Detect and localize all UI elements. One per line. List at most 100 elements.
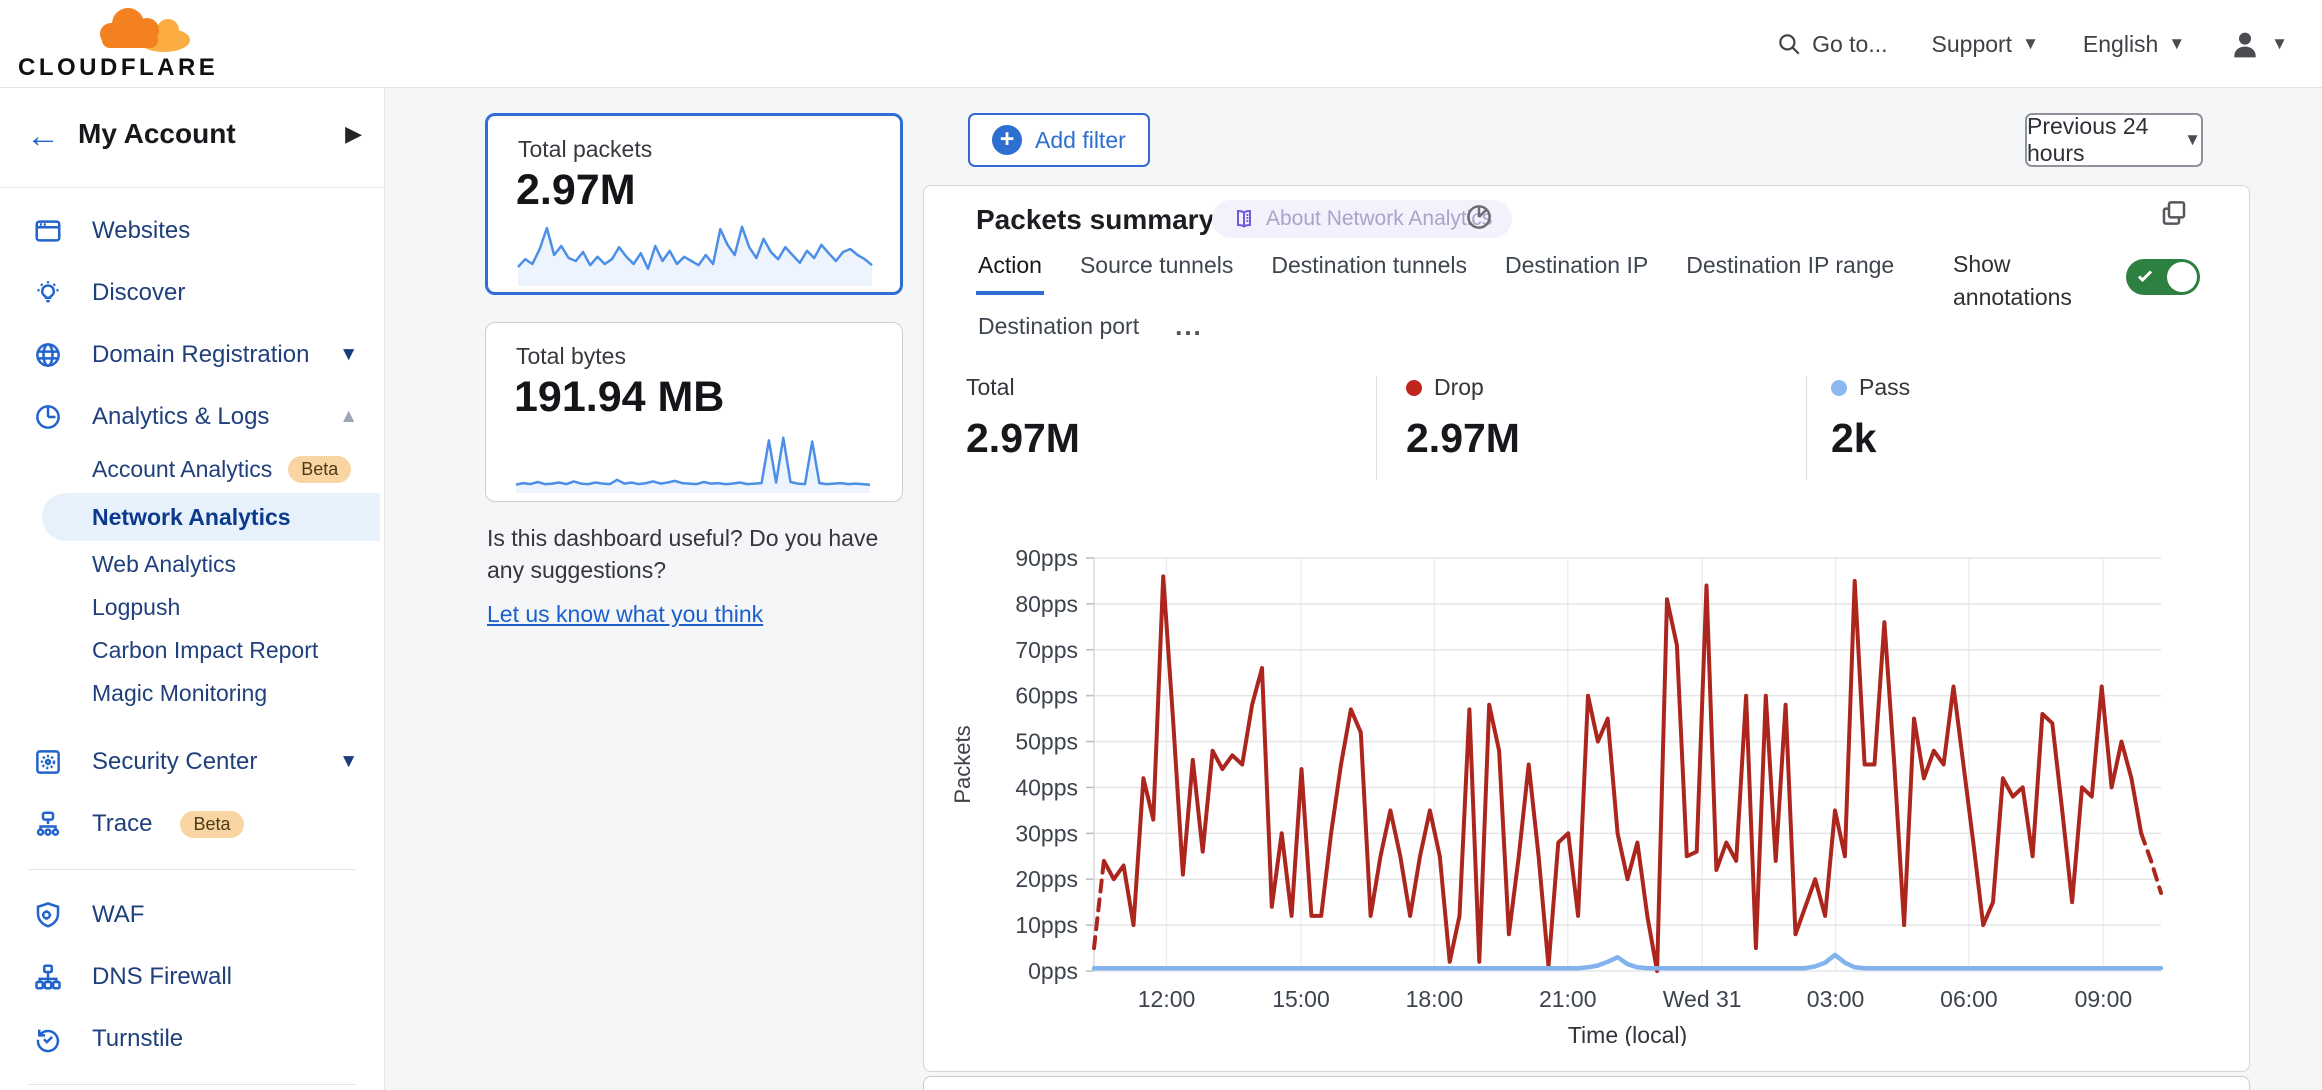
toggle-knob [2167, 262, 2197, 292]
sidebar-item-carbon-impact-report[interactable]: Carbon Impact Report [0, 629, 384, 672]
svg-text:Wed 31: Wed 31 [1663, 986, 1742, 1012]
stat-divider [1806, 376, 1807, 480]
svg-text:06:00: 06:00 [1940, 986, 1998, 1012]
copy-panel-icon[interactable] [2159, 198, 2189, 233]
chevron-down-icon: ▼ [2168, 34, 2185, 54]
tab-destination-ip[interactable]: Destination IP [1503, 248, 1650, 295]
sidebar-item-account-analytics[interactable]: Account Analytics Beta [0, 448, 384, 491]
total-bytes-card[interactable]: Total bytes 191.94 MB [485, 322, 903, 502]
back-arrow-icon[interactable]: ← [26, 116, 60, 156]
analytics-pie-icon [32, 401, 64, 433]
sidebar-item-logpush[interactable]: Logpush [0, 586, 384, 629]
total-bytes-value: 191.94 MB [514, 373, 724, 422]
support-menu[interactable]: Support ▼ [1932, 31, 2039, 58]
sidebar-item-domain-registration[interactable]: Domain Registration ▼ [0, 324, 384, 386]
lightbulb-icon [32, 277, 64, 309]
globe-icon [32, 339, 64, 371]
shield-gear-icon [32, 899, 64, 931]
stat-drop[interactable]: Drop 2.97M [1406, 374, 1520, 462]
top-header: CLOUDFLARE Go to... Support ▼ English ▼ [0, 0, 2322, 88]
tab-destination-port[interactable]: Destination port [976, 309, 1141, 352]
tab-source-tunnels[interactable]: Source tunnels [1078, 248, 1235, 295]
account-title: My Account [78, 118, 236, 150]
dimension-tabs: Action Source tunnels Destination tunnel… [976, 248, 2116, 366]
svg-text:18:00: 18:00 [1406, 986, 1464, 1012]
tab-destination-tunnels[interactable]: Destination tunnels [1269, 248, 1469, 295]
total-packets-card[interactable]: Total packets 2.97M [485, 113, 903, 295]
sidebar-divider [28, 1084, 356, 1085]
sidebar-item-websites[interactable]: Websites [0, 200, 384, 262]
panel-title: Packets summary [976, 204, 1214, 236]
total-packets-sparkline [516, 216, 874, 286]
total-packets-title: Total packets [518, 136, 652, 163]
total-bytes-title: Total bytes [516, 343, 626, 370]
svg-text:15:00: 15:00 [1272, 986, 1330, 1012]
svg-text:90pps: 90pps [1015, 545, 1078, 571]
stat-divider [1376, 376, 1377, 480]
check-icon [2137, 268, 2153, 284]
user-icon [2229, 28, 2261, 60]
hierarchy-icon [32, 961, 64, 993]
sidebar: ← My Account ▶ Websites Discover [0, 88, 385, 1090]
svg-text:03:00: 03:00 [1807, 986, 1865, 1012]
sidebar-item-analytics-logs[interactable]: Analytics & Logs ▲ [0, 386, 384, 448]
svg-text:12:00: 12:00 [1138, 986, 1196, 1012]
chevron-up-icon: ▲ [339, 406, 358, 428]
trace-flow-icon [32, 808, 64, 840]
language-menu[interactable]: English ▼ [2083, 31, 2185, 58]
svg-text:Time (local): Time (local) [1568, 1022, 1687, 1046]
account-header: ← My Account ▶ [0, 88, 384, 188]
dashboard-feedback: Is this dashboard useful? Do you have an… [487, 522, 917, 630]
sidebar-item-network-analytics[interactable]: Network Analytics [0, 491, 384, 543]
sidebar-item-dns-firewall[interactable]: DNS Firewall [0, 946, 384, 1008]
svg-text:20pps: 20pps [1015, 866, 1078, 892]
goto-search-button[interactable]: Go to... [1776, 31, 1887, 58]
show-annotations-label: Show annotations [1953, 248, 2093, 314]
plus-icon: + [992, 125, 1022, 155]
safe-icon [32, 746, 64, 778]
sidebar-item-turnstile[interactable]: Turnstile [0, 1008, 384, 1070]
show-annotations-toggle[interactable] [2126, 259, 2200, 295]
tabs-overflow-button[interactable]: ... [1175, 309, 1203, 352]
chart-type-pie-icon[interactable] [1464, 202, 1494, 237]
book-icon [1232, 207, 1256, 231]
user-account-menu[interactable]: ▼ [2229, 28, 2288, 60]
rotate-check-icon [32, 1023, 64, 1055]
stat-total: Total 2.97M [966, 374, 1080, 462]
sidebar-item-waf[interactable]: WAF [0, 884, 384, 946]
packets-summary-panel: Packets summary About Network Analytics … [923, 185, 2250, 1072]
browser-window-icon [32, 215, 64, 247]
sidebar-item-magic-monitoring[interactable]: Magic Monitoring [0, 672, 384, 715]
sidebar-item-trace[interactable]: Trace Beta [0, 793, 384, 855]
feedback-question: Is this dashboard useful? Do you have an… [487, 522, 917, 586]
cloudflare-wordmark: CLOUDFLARE [18, 54, 218, 82]
tab-destination-ip-range[interactable]: Destination IP range [1684, 248, 1896, 295]
search-icon [1776, 31, 1802, 57]
chevron-right-icon[interactable]: ▶ [345, 121, 362, 147]
feedback-link[interactable]: Let us know what you think [487, 598, 763, 630]
tab-action[interactable]: Action [976, 248, 1044, 295]
cloudflare-logo[interactable]: CLOUDFLARE [16, 6, 196, 84]
total-packets-value: 2.97M [516, 166, 636, 215]
chevron-down-icon: ▼ [2022, 34, 2039, 54]
svg-text:50pps: 50pps [1015, 729, 1078, 755]
chevron-down-icon: ▼ [2184, 130, 2201, 150]
add-filter-button[interactable]: + Add filter [968, 113, 1150, 167]
svg-text:10pps: 10pps [1015, 912, 1078, 938]
stat-pass[interactable]: Pass 2k [1831, 374, 1910, 462]
total-bytes-sparkline [514, 429, 872, 493]
svg-text:70pps: 70pps [1015, 637, 1078, 663]
svg-text:09:00: 09:00 [2075, 986, 2133, 1012]
time-range-dropdown[interactable]: Previous 24 hours ▼ [2025, 113, 2203, 167]
chevron-down-icon: ▼ [2271, 34, 2288, 54]
sidebar-item-web-analytics[interactable]: Web Analytics [0, 543, 384, 586]
drop-legend-dot [1406, 380, 1422, 396]
next-panel-edge [923, 1076, 2250, 1090]
beta-badge: Beta [180, 811, 243, 838]
svg-text:40pps: 40pps [1015, 774, 1078, 800]
sidebar-divider [28, 869, 356, 870]
svg-text:30pps: 30pps [1015, 820, 1078, 846]
beta-badge: Beta [288, 456, 351, 483]
sidebar-item-security-center[interactable]: Security Center ▼ [0, 731, 384, 793]
sidebar-item-discover[interactable]: Discover [0, 262, 384, 324]
